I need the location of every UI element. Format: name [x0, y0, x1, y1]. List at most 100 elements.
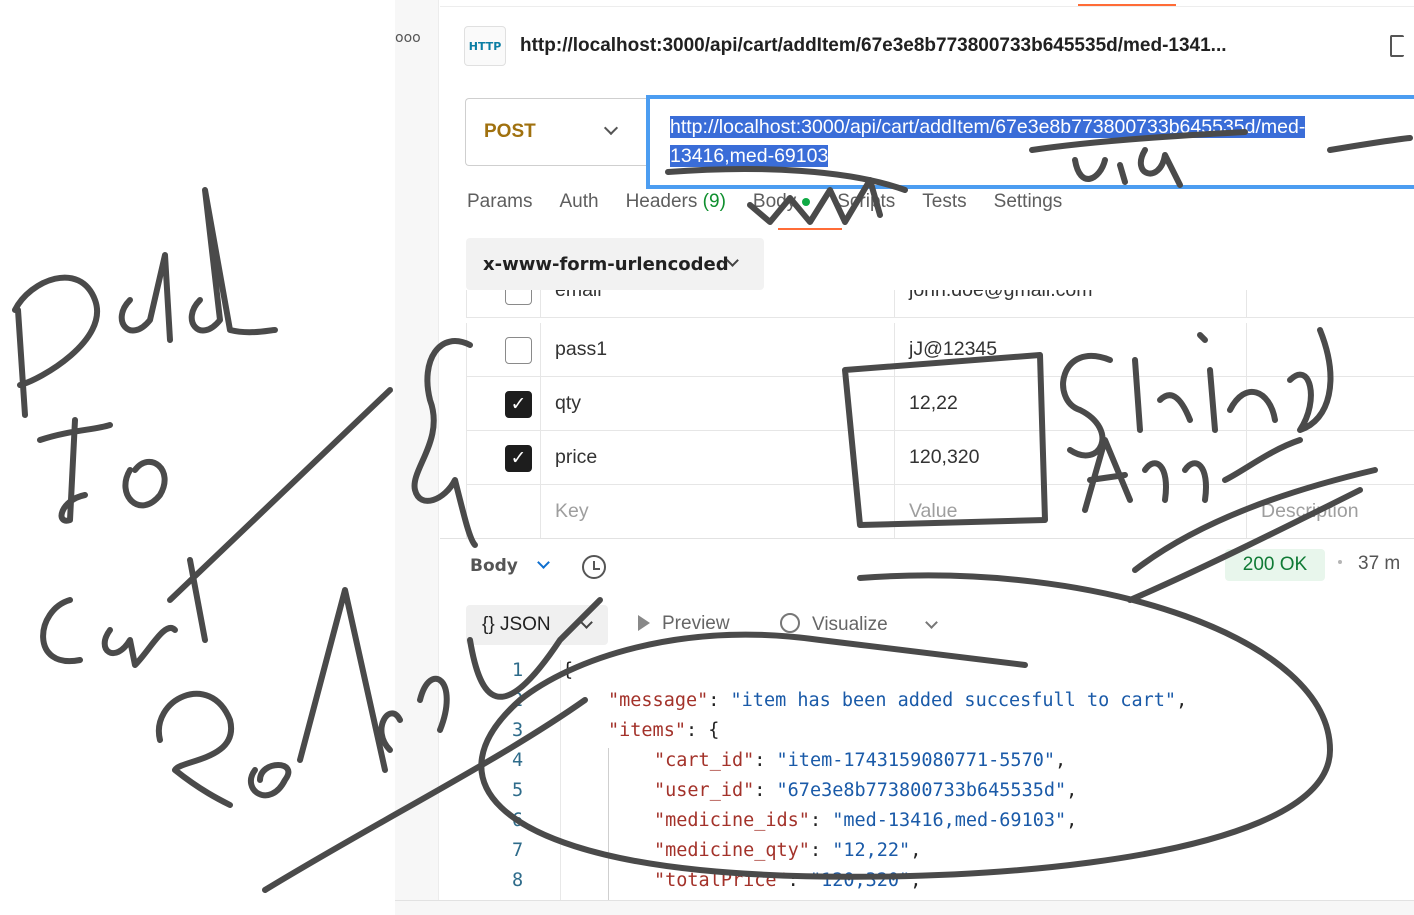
json-punct: ,: [910, 870, 922, 891]
tab-tests[interactable]: Tests: [922, 191, 966, 221]
value-cell[interactable]: Value: [895, 485, 1247, 538]
row-checkbox[interactable]: [505, 290, 532, 305]
line-number: 4: [512, 750, 524, 771]
url-input[interactable]: http://localhost:3000/api/cart/addItem/6…: [646, 95, 1414, 189]
code-content: "medicine_qty": "12,22",: [654, 840, 921, 861]
json-key: "cart_id": [654, 750, 755, 771]
checkbox-cell: [466, 290, 541, 317]
key-cell[interactable]: qty: [541, 377, 895, 430]
code-content: "medicine_ids": "med-13416,med-69103",: [654, 810, 1077, 831]
more-options-icon[interactable]: ooo: [395, 30, 421, 46]
value-cell[interactable]: jJ@12345: [895, 323, 1247, 376]
json-string-value: "67e3e8b773800733b645535d": [776, 780, 1067, 801]
json-colon: :: [809, 840, 833, 861]
preview-button[interactable]: Preview: [638, 613, 730, 635]
tab-auth[interactable]: Auth: [559, 191, 598, 221]
row-key: pass1: [555, 338, 608, 360]
response-body-label[interactable]: Body: [470, 556, 518, 576]
value-cell[interactable]: 120,320: [895, 431, 1247, 484]
description-cell[interactable]: [1247, 290, 1414, 317]
url-line-1: http://localhost:3000/api/cart/addItem/6…: [670, 116, 1306, 138]
tab-headers[interactable]: Headers (9): [626, 191, 726, 221]
checkbox-cell: [466, 323, 541, 376]
table-row: pass1 jJ@12345: [466, 323, 1414, 377]
request-title[interactable]: http://localhost:3000/api/cart/addItem/6…: [520, 35, 1227, 57]
form-params-table: email john.doe@gmail.com pass1 jJ@12345 …: [466, 290, 1414, 538]
code-content: {: [562, 660, 573, 681]
chevron-down-icon[interactable]: [925, 616, 938, 629]
history-icon[interactable]: [582, 555, 606, 579]
json-colon: :: [809, 810, 833, 831]
http-request-icon: HTTP: [464, 26, 506, 66]
json-key: "totalPrice": [654, 870, 788, 891]
json-punct: {: [708, 720, 720, 741]
code-content: "message": "item has been added succesfu…: [608, 690, 1187, 711]
play-icon: [638, 615, 650, 631]
magic-wand-icon: [780, 613, 800, 633]
json-brace: {: [562, 660, 574, 681]
line-number: 5: [512, 780, 524, 801]
value-cell[interactable]: 12,22: [895, 377, 1247, 430]
body-type-dropdown[interactable]: x-www-form-urlencoded: [466, 238, 764, 290]
json-string-value: "12,22": [832, 840, 911, 861]
json-colon: :: [708, 690, 731, 711]
tab-body[interactable]: Body: [752, 191, 811, 221]
row-checkbox-checked[interactable]: ✓: [505, 445, 532, 472]
active-tab-indicator: [1078, 4, 1176, 6]
row-key: price: [555, 446, 598, 468]
tab-params[interactable]: Params: [467, 191, 532, 221]
json-punct: ,: [1066, 810, 1078, 831]
json-punct: ,: [1054, 750, 1067, 771]
chevron-down-icon[interactable]: [537, 556, 550, 569]
response-format-dropdown[interactable]: {} JSON: [466, 605, 608, 645]
row-value: 12,22: [909, 392, 958, 414]
json-colon: :: [787, 870, 810, 891]
description-cell[interactable]: Description: [1247, 485, 1414, 538]
visualize-button[interactable]: Visualize: [780, 613, 888, 636]
tab-body-label: Body: [752, 191, 797, 212]
method-dropdown[interactable]: POST: [465, 98, 647, 166]
key-cell[interactable]: price: [541, 431, 895, 484]
row-key: email: [555, 290, 602, 301]
description-cell[interactable]: [1247, 377, 1414, 430]
line-number: 7: [512, 840, 524, 861]
response-time[interactable]: 37 m: [1358, 553, 1400, 575]
tab-headers-label: Headers: [625, 191, 698, 212]
response-json-viewer[interactable]: 1 {2 "message": "item has been added succe…: [466, 660, 1414, 900]
method-label: POST: [484, 121, 536, 142]
status-badge[interactable]: 200 OK: [1225, 549, 1325, 581]
table-row: email john.doe@gmail.com: [466, 290, 1414, 318]
url-text-selected: http://localhost:3000/api/cart/addItem/6…: [670, 113, 1414, 171]
body-active-dot: [802, 197, 811, 206]
key-placeholder: Key: [555, 500, 589, 522]
json-punct: ,: [1176, 690, 1188, 711]
json-key: "medicine_ids": [654, 810, 810, 831]
row-checkbox[interactable]: [505, 337, 532, 364]
value-cell[interactable]: john.doe@gmail.com: [895, 290, 1247, 317]
key-cell[interactable]: Key: [541, 485, 895, 538]
json-colon: :: [754, 750, 777, 771]
response-divider[interactable]: [440, 538, 1414, 539]
preview-label: Preview: [662, 613, 730, 634]
tab-settings[interactable]: Settings: [994, 191, 1063, 221]
row-checkbox-checked[interactable]: ✓: [505, 391, 532, 418]
row-value: john.doe@gmail.com: [909, 290, 1093, 301]
save-icon[interactable]: [1390, 35, 1404, 57]
checkbox-cell: ✓: [466, 431, 541, 484]
format-label: {} JSON: [482, 614, 551, 635]
body-type-label: x-www-form-urlencoded: [483, 253, 729, 275]
collapsed-sidebar-gutter: ooo: [395, 0, 439, 915]
table-row-empty: Key Value Description: [466, 485, 1414, 538]
tab-scripts[interactable]: Scripts: [837, 191, 895, 221]
value-placeholder: Value: [909, 500, 958, 522]
key-cell[interactable]: pass1: [541, 323, 895, 376]
description-cell[interactable]: [1247, 431, 1414, 484]
table-row: ✓ qty 12,22: [466, 377, 1414, 431]
request-editor: HTTP http://localhost:3000/api/cart/addI…: [440, 0, 1414, 915]
chevron-down-icon: [580, 616, 593, 629]
status-bar: [395, 900, 1414, 915]
headers-count: (9): [702, 191, 726, 212]
json-key: "medicine_qty": [654, 840, 810, 861]
description-cell[interactable]: [1247, 323, 1414, 376]
key-cell[interactable]: email: [541, 290, 895, 317]
